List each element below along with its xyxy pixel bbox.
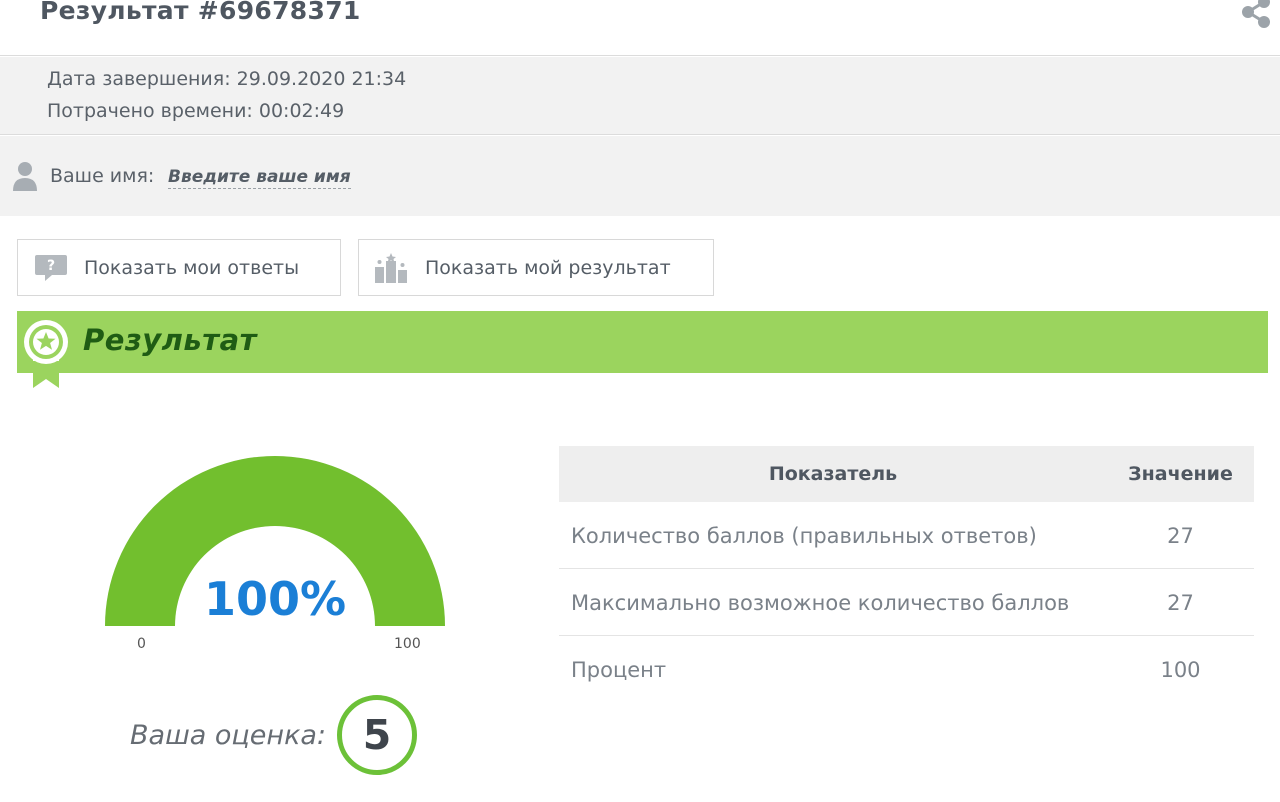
award-ribbon-icon	[24, 320, 68, 388]
row-value: 27	[1107, 502, 1254, 569]
share-icon[interactable]	[1238, 0, 1274, 32]
title-bar: Результат #69678371	[0, 0, 1280, 56]
completion-date: Дата завершения: 29.09.2020 21:34	[47, 68, 407, 90]
grade-label: Ваша оценка:	[130, 720, 327, 751]
user-icon	[13, 162, 37, 191]
page-title: Результат #69678371	[40, 0, 361, 25]
user-name-block: Ваше имя: Введите ваше имя	[0, 136, 1280, 216]
gauge-max-label: 100	[394, 636, 421, 652]
row-value: 27	[1107, 568, 1254, 636]
question-bubble-icon: ?	[35, 255, 67, 281]
user-name-label: Ваше имя:	[50, 165, 155, 187]
podium-icon	[375, 253, 407, 283]
grade-value: 5	[362, 711, 392, 759]
show-result-button[interactable]: Показать мой результат	[358, 239, 714, 296]
grade-badge: 5	[337, 695, 417, 775]
row-value: 100	[1160, 658, 1201, 682]
enter-name-link[interactable]: Введите ваше имя	[168, 167, 351, 189]
gauge-min-label: 0	[137, 636, 146, 652]
header-value: Значение	[1107, 446, 1254, 502]
table-row: Количество баллов (правильных ответов) 2…	[559, 502, 1254, 569]
section-title: Результат	[83, 323, 257, 357]
table-row: Максимально возможное количество баллов …	[559, 568, 1254, 636]
table-header-row: Показатель Значение	[559, 446, 1254, 502]
row-name: Количество баллов (правильных ответов)	[559, 502, 1107, 569]
svg-text:?: ?	[47, 258, 55, 274]
row-name: Максимально возможное количество баллов	[559, 568, 1107, 636]
time-spent: Потрачено времени: 00:02:49	[47, 100, 345, 122]
row-name: Процент	[571, 658, 667, 682]
result-stats-table: Показатель Значение Количество баллов (п…	[559, 446, 1254, 702]
table-row: Процент 100	[559, 636, 1254, 703]
result-meta: Дата завершения: 29.09.2020 21:34 Потрач…	[0, 57, 1280, 135]
gauge-percent: 100%	[203, 572, 347, 626]
header-indicator: Показатель	[559, 446, 1107, 502]
show-result-label: Показать мой результат	[425, 257, 671, 279]
show-answers-label: Показать мои ответы	[84, 257, 300, 279]
show-answers-button[interactable]: ? Показать мои ответы	[17, 239, 341, 296]
